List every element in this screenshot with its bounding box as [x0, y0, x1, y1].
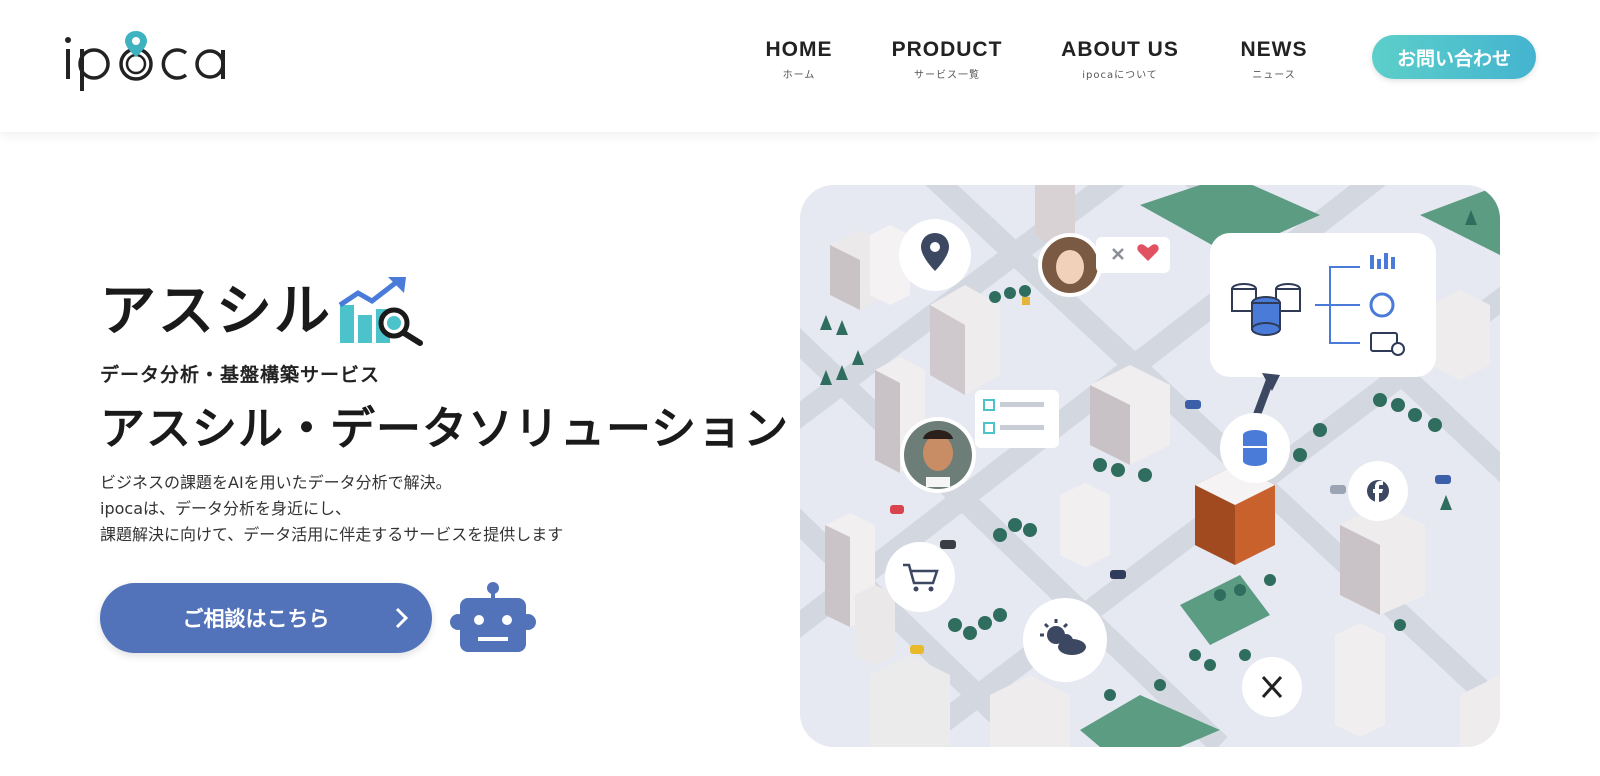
nav-about-label: ABOUT US	[1061, 38, 1179, 61]
description-line: ipocaは、データ分析を身近にし、	[100, 499, 351, 518]
nav-news[interactable]: NEWS ニュース	[1234, 38, 1314, 81]
description-line: ビジネスの課題をAIを用いたデータ分析で解決。	[100, 473, 452, 492]
nav-product[interactable]: PRODUCT サービス一覧	[888, 38, 1006, 81]
avatar	[900, 417, 976, 493]
weather-icon	[1023, 598, 1107, 682]
site-header: ipoca HOME ホーム PRODUCT サービス一覧 ABOUT US i…	[0, 0, 1600, 132]
nav-home[interactable]: HOME ホーム	[760, 38, 838, 81]
brand-name: アスシル	[100, 279, 332, 344]
shopping-cart-icon	[885, 542, 955, 612]
city-map-graphic	[800, 185, 1500, 747]
ipoca-logo[interactable]: ipoca	[62, 28, 232, 92]
contact-button[interactable]: お問い合わせ	[1372, 35, 1536, 79]
chevron-right-icon	[395, 607, 409, 629]
ascil-brand-logo: アスシル	[100, 266, 428, 347]
ipoca-logo-mark	[65, 31, 225, 91]
robot-icon	[450, 582, 536, 652]
data-flow-card	[1210, 233, 1436, 377]
facebook-icon	[1348, 461, 1408, 521]
nav-news-sub: ニュース	[1252, 70, 1296, 81]
growth-magnifier-icon	[338, 277, 423, 346]
nav-product-label: PRODUCT	[891, 38, 1003, 61]
nav-home-label: HOME	[765, 38, 833, 61]
x-social-icon	[1242, 657, 1302, 717]
database-icon	[1220, 413, 1290, 483]
nav-product-sub: サービス一覧	[914, 70, 980, 81]
nav-news-label: NEWS	[1240, 38, 1308, 61]
hero-title: アスシル・データソリューション	[100, 402, 790, 455]
nav-about-sub: ipocaについて	[1082, 70, 1158, 81]
checklist-card	[975, 390, 1059, 448]
nav-about[interactable]: ABOUT US ipocaについて	[1056, 38, 1184, 81]
location-pin-icon	[899, 219, 971, 291]
description-line: 課題解決に向けて、データ活用に伴走するサービスを提供します	[100, 525, 564, 544]
consult-button-label: ご相談はこちら	[182, 607, 330, 631]
nav-home-sub: ホーム	[782, 70, 816, 81]
main-nav: HOME ホーム PRODUCT サービス一覧 ABOUT US ipocaにつ…	[760, 38, 1314, 81]
hero-subtitle: データ分析・基盤構築サービス	[100, 364, 381, 386]
consult-button[interactable]: ご相談はこちら	[100, 583, 432, 653]
hero-city-illustration	[800, 185, 1500, 747]
hero-description: ビジネスの課題をAIを用いたデータ分析で解決。 ipocaは、データ分析を身近に…	[100, 470, 563, 548]
